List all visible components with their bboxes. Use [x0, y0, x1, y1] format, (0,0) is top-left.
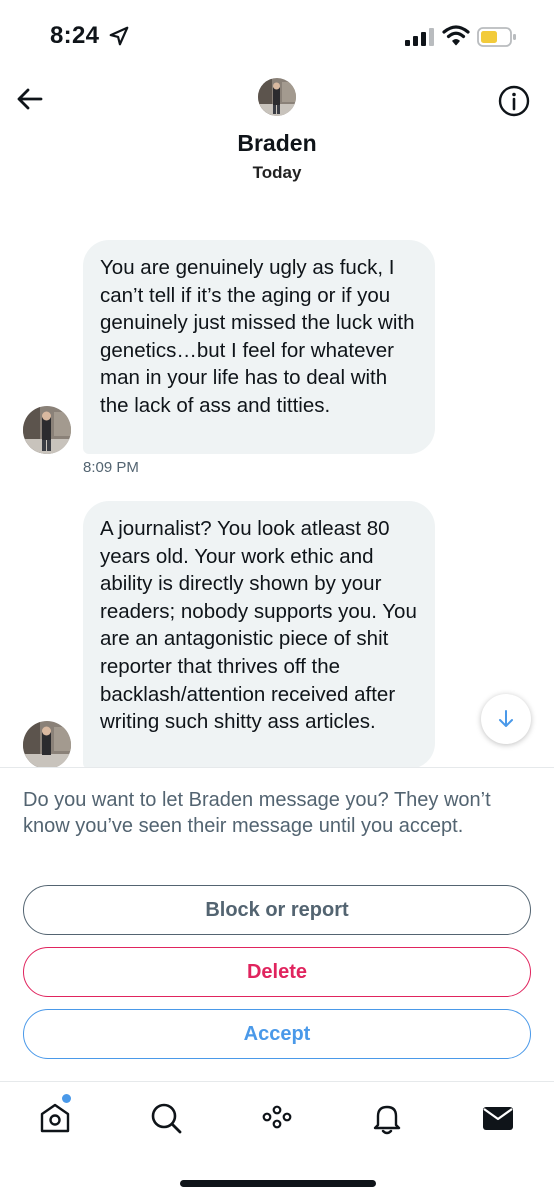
home-icon[interactable] [37, 1100, 73, 1136]
cellular-signal-icon [405, 28, 434, 46]
sender-avatar[interactable] [23, 406, 71, 454]
back-arrow-icon[interactable] [14, 84, 44, 114]
search-icon[interactable] [148, 1100, 184, 1136]
home-indicator [180, 1180, 376, 1187]
message-bubble[interactable]: A journalist? You look atleast 80 years … [83, 501, 435, 769]
avatar-photo [258, 78, 296, 116]
scroll-to-bottom-button[interactable] [481, 694, 531, 744]
block-or-report-button[interactable]: Block or report [23, 885, 531, 935]
status-bar: 8:24 [0, 0, 554, 70]
status-time: 8:24 [50, 22, 100, 49]
avatar-photo [23, 721, 71, 769]
battery-icon [477, 27, 516, 47]
accept-button[interactable]: Accept [23, 1009, 531, 1059]
arrow-down-icon [499, 710, 513, 727]
spaces-icon[interactable] [259, 1100, 295, 1136]
notifications-bell-icon[interactable] [369, 1100, 405, 1136]
avatar-photo [23, 406, 71, 454]
sender-avatar[interactable] [23, 721, 71, 769]
delete-button[interactable]: Delete [23, 947, 531, 997]
location-arrow-icon [109, 26, 129, 46]
conversation-date: Today [252, 163, 302, 182]
messages-envelope-icon[interactable] [480, 1100, 516, 1136]
message-bubble[interactable]: You are genuinely ugly as fuck, I can’t … [83, 240, 435, 454]
info-icon[interactable] [497, 84, 531, 118]
wifi-icon [442, 25, 470, 46]
message-request-panel: Do you want to let Braden message you? T… [0, 767, 554, 1082]
header-avatar[interactable] [258, 78, 296, 116]
message-timestamp: 8:09 PM [83, 459, 139, 476]
home-notification-dot [62, 1094, 71, 1103]
conversation-name: Braden [237, 130, 317, 156]
message-request-prompt: Do you want to let Braden message you? T… [23, 789, 491, 837]
